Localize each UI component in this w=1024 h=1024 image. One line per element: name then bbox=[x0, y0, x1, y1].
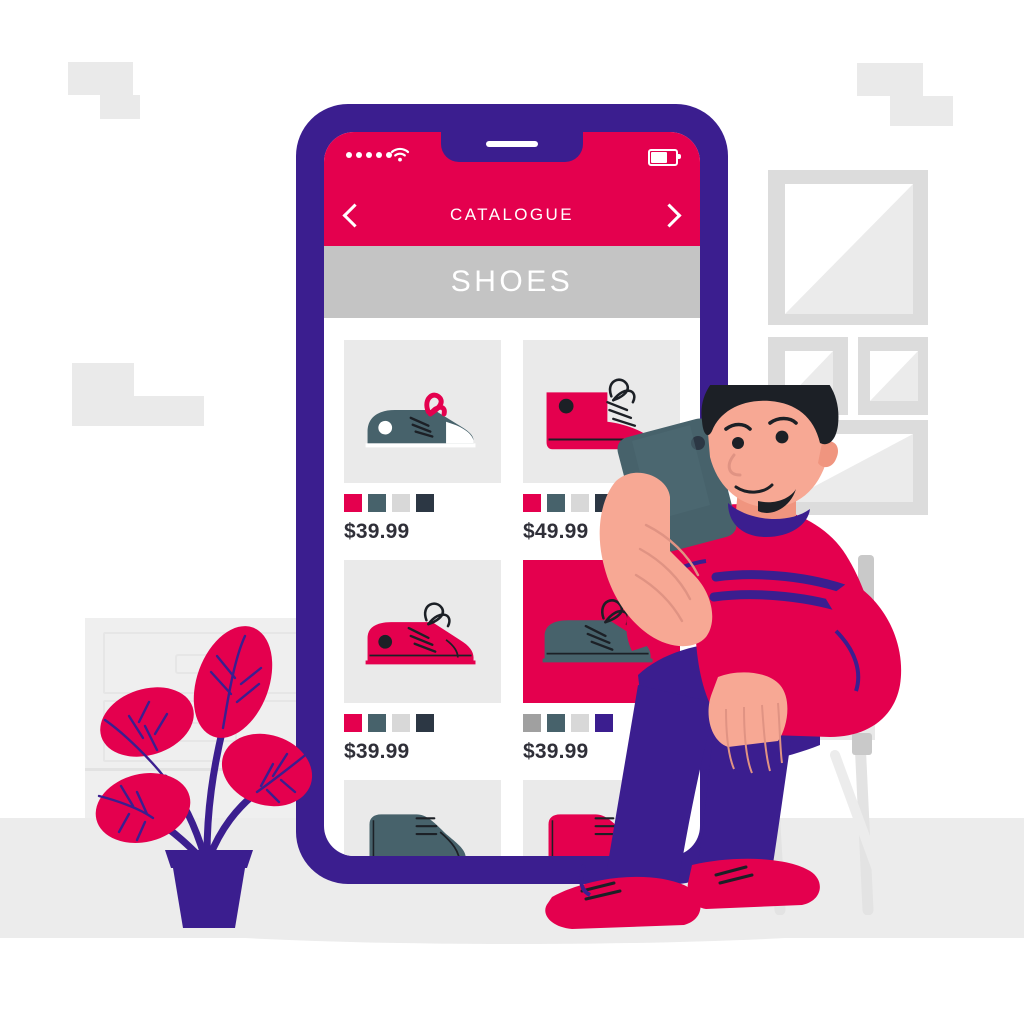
high-top-sneaker-icon bbox=[546, 378, 655, 450]
bg-block-mid-left-b bbox=[72, 396, 204, 426]
swatch[interactable] bbox=[595, 714, 613, 732]
swatch[interactable] bbox=[368, 494, 386, 512]
color-swatches[interactable] bbox=[523, 494, 680, 512]
swatch[interactable] bbox=[523, 494, 541, 512]
low-top-sneaker-icon bbox=[365, 602, 476, 665]
phone-device: CATALOGUE SHOES $39.99 $49.99 $39.99 $39… bbox=[296, 104, 728, 884]
battery-icon bbox=[648, 149, 681, 166]
swatch[interactable] bbox=[547, 494, 565, 512]
ankle-boot-icon bbox=[548, 814, 645, 856]
frame-wide-bottom bbox=[768, 420, 928, 515]
product-price: $39.99 bbox=[344, 740, 410, 763]
product-thumbnail bbox=[523, 560, 680, 703]
product-card[interactable]: $39.99 bbox=[523, 560, 680, 764]
chevron-right-icon[interactable] bbox=[657, 202, 682, 228]
product-price: $39.99 bbox=[523, 740, 589, 763]
swatch[interactable] bbox=[392, 714, 410, 732]
category-label: SHOES bbox=[450, 265, 574, 298]
product-grid: $39.99 $49.99 $39.99 $39.99 bbox=[324, 318, 700, 856]
bg-block-top-left-b bbox=[100, 95, 140, 119]
frame-small-right bbox=[858, 337, 928, 415]
color-swatches[interactable] bbox=[523, 714, 680, 732]
product-card[interactable]: $49.99 bbox=[523, 340, 680, 544]
wifi-icon bbox=[390, 147, 410, 162]
arm-right bbox=[761, 581, 902, 737]
floor-shadow bbox=[120, 900, 910, 944]
bg-block-mid-left-a bbox=[72, 363, 134, 396]
product-card[interactable] bbox=[344, 780, 501, 856]
bg-block-top-left-a bbox=[68, 62, 133, 95]
speaker-grille bbox=[486, 141, 538, 147]
product-thumbnail bbox=[344, 340, 501, 483]
swatch[interactable] bbox=[523, 714, 541, 732]
product-thumbnail bbox=[344, 560, 501, 703]
illustration-canvas: CATALOGUE SHOES $39.99 $49.99 $39.99 $39… bbox=[0, 0, 1024, 1024]
battery-fill bbox=[651, 152, 668, 163]
swatch[interactable] bbox=[595, 494, 613, 512]
frame-large bbox=[768, 170, 928, 325]
swatch[interactable] bbox=[392, 494, 410, 512]
sweater-stripes bbox=[709, 570, 857, 616]
product-card[interactable] bbox=[523, 780, 680, 856]
signal-strength-icon bbox=[346, 152, 392, 158]
swatch[interactable] bbox=[547, 714, 565, 732]
bg-block-top-right-a bbox=[857, 63, 923, 96]
ankle-boot-icon bbox=[369, 814, 466, 856]
product-card[interactable]: $39.99 bbox=[344, 340, 501, 544]
swatch[interactable] bbox=[416, 494, 434, 512]
category-banner: SHOES bbox=[324, 246, 700, 318]
swatch[interactable] bbox=[571, 714, 589, 732]
page-title: CATALOGUE bbox=[450, 205, 574, 224]
chevron-left-icon[interactable] bbox=[342, 202, 367, 228]
low-top-sneaker-icon bbox=[365, 392, 476, 448]
product-thumbnail bbox=[523, 780, 680, 856]
product-thumbnail bbox=[344, 780, 501, 856]
product-card[interactable]: $39.99 bbox=[344, 560, 501, 764]
phone-notch bbox=[441, 132, 583, 162]
swatch[interactable] bbox=[416, 714, 434, 732]
product-price: $49.99 bbox=[523, 520, 589, 543]
nav-bar: CATALOGUE bbox=[324, 184, 700, 246]
swatch[interactable] bbox=[344, 714, 362, 732]
frame-small-left bbox=[768, 337, 848, 415]
swatch[interactable] bbox=[368, 714, 386, 732]
swatch[interactable] bbox=[571, 494, 589, 512]
product-thumbnail bbox=[523, 340, 680, 483]
swatch[interactable] bbox=[344, 494, 362, 512]
bg-block-top-right-b bbox=[890, 96, 953, 126]
color-swatches[interactable] bbox=[344, 494, 501, 512]
phone-screen: CATALOGUE SHOES $39.99 $49.99 $39.99 $39… bbox=[324, 132, 700, 856]
product-price: $39.99 bbox=[344, 520, 410, 543]
status-bar bbox=[324, 132, 700, 184]
low-top-sneaker-icon bbox=[542, 599, 653, 663]
color-swatches[interactable] bbox=[344, 714, 501, 732]
